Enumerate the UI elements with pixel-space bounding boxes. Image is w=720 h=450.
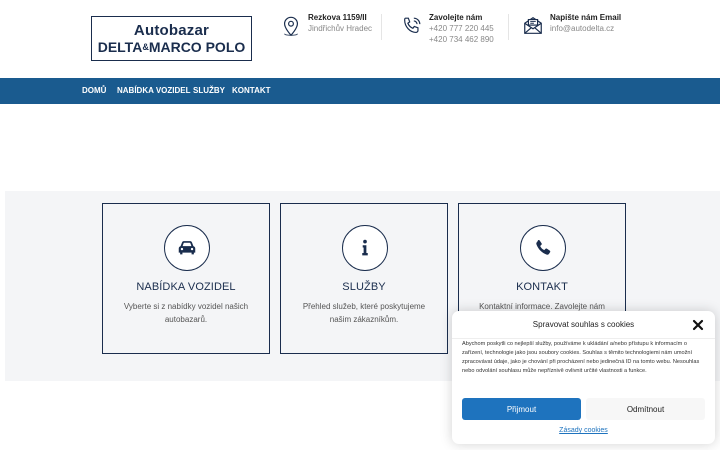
site-logo[interactable]: Autobazar DELTA&MARCO POLO xyxy=(91,16,252,61)
contact-email-line[interactable]: info@autodelta.cz xyxy=(550,23,621,34)
card-services-title: Služby xyxy=(342,281,386,293)
contact-phone-line-1[interactable]: +420 777 220 445 xyxy=(429,23,494,34)
header-divider xyxy=(381,14,382,40)
header-divider xyxy=(508,14,509,40)
site-header: Autobazar DELTA&MARCO POLO Rezkova 1159/… xyxy=(0,0,720,78)
contact-email: Napište nám Email info@autodelta.cz xyxy=(522,12,621,38)
contact-address: Rezkova 1159/II Jindřichův Hradec xyxy=(280,12,372,38)
contact-phone-line-2[interactable]: +420 734 462 890 xyxy=(429,34,494,45)
cookie-title: Spravovat souhlas s cookies xyxy=(532,320,635,329)
car-icon xyxy=(164,225,210,271)
logo-line-2: DELTA&MARCO POLO xyxy=(98,39,246,56)
cookie-consent-dialog: Spravovat souhlas s cookies Abychom posk… xyxy=(452,311,715,444)
card-vehicles-title: Nabídka vozidel xyxy=(136,281,236,293)
main-nav: Domů Nabídka vozidel Služby Kontakt xyxy=(0,78,720,104)
envelope-icon xyxy=(522,14,544,38)
phone-icon xyxy=(401,14,423,38)
contact-address-line: Jindřichův Hradec xyxy=(308,24,373,33)
close-icon[interactable] xyxy=(692,318,704,331)
logo-delta: DELTA xyxy=(97,38,143,55)
card-vehicles[interactable]: Nabídka vozidel Vyberte si z nabídky voz… xyxy=(102,203,270,354)
logo-marco-polo: MARCO POLO xyxy=(148,38,246,55)
logo-line-1: Autobazar xyxy=(133,21,210,39)
info-icon xyxy=(342,225,388,271)
contact-phone-title: Zavolejte nám xyxy=(429,13,483,22)
cookie-policy-link[interactable]: Zásady cookies xyxy=(452,427,715,434)
contact-address-title: Rezkova 1159/II xyxy=(308,13,367,22)
phone-icon xyxy=(520,225,566,271)
contact-email-title: Napište nám Email xyxy=(550,13,622,22)
map-pin-icon xyxy=(280,14,302,38)
card-services[interactable]: Služby Přehled služeb, které poskytujeme… xyxy=(280,203,448,354)
deny-cookies-button[interactable]: Odmítnout xyxy=(586,398,705,420)
cookie-divider xyxy=(452,338,715,339)
accept-cookies-button[interactable]: Přijmout xyxy=(462,398,581,420)
card-vehicles-desc: Vyberte si z nabídky vozidel našich auto… xyxy=(123,302,249,324)
nav-item-home[interactable]: Domů xyxy=(82,78,106,104)
card-contact-title: Kontakt xyxy=(516,281,568,293)
card-services-desc: Přehled služeb, které poskytujeme našim … xyxy=(302,302,426,324)
cookie-body-text: Abychom poskytli co nejlepší služby, pou… xyxy=(462,341,700,374)
contact-phone: Zavolejte nám +420 777 220 445 +420 734 … xyxy=(401,12,494,45)
nav-item-contact[interactable]: Kontakt xyxy=(232,78,271,104)
nav-item-services[interactable]: Služby xyxy=(193,78,225,104)
nav-item-vehicles[interactable]: Nabídka vozidel xyxy=(117,78,190,104)
